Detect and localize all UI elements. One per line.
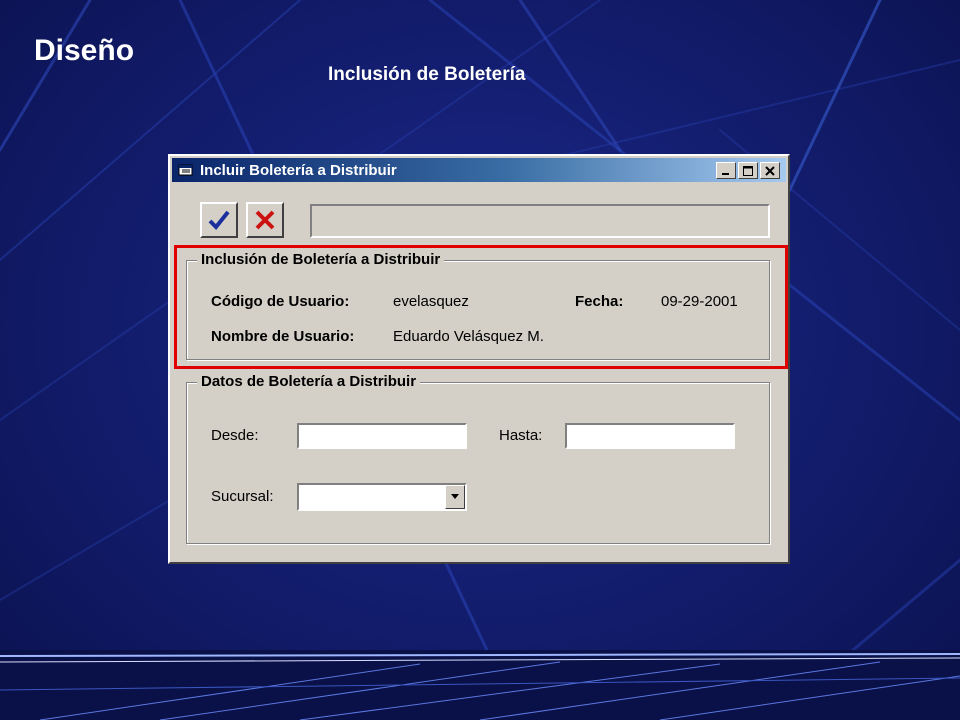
close-icon	[765, 165, 775, 176]
x-mark-icon	[255, 210, 275, 230]
slide-subtitle: Inclusión de Boletería	[328, 64, 526, 85]
chevron-down-icon	[451, 494, 459, 499]
bottom-decorative-band	[0, 650, 960, 720]
highlight-box	[174, 245, 788, 369]
desde-input[interactable]	[297, 423, 467, 449]
app-window-icon	[178, 163, 194, 177]
window-controls	[714, 162, 780, 179]
minimize-icon	[722, 172, 729, 175]
close-button[interactable]	[760, 162, 780, 179]
checkmark-icon	[208, 210, 230, 230]
maximize-button[interactable]	[738, 162, 758, 179]
hasta-label: Hasta:	[499, 427, 543, 444]
minimize-button[interactable]	[716, 162, 736, 179]
window-titlebar[interactable]: Incluir Boletería a Distribuir	[172, 158, 786, 182]
window-title: Incluir Boletería a Distribuir	[200, 161, 397, 179]
desde-label: Desde:	[211, 427, 259, 444]
slide-title: Diseño	[34, 34, 135, 67]
cancel-button[interactable]	[246, 202, 284, 238]
sucursal-dropdown-button[interactable]	[445, 485, 465, 509]
sucursal-select[interactable]	[297, 483, 467, 511]
group-datos: Datos de Boletería a Distribuir Desde: H…	[186, 373, 770, 544]
group-datos-legend: Datos de Boletería a Distribuir	[197, 373, 421, 390]
accept-button[interactable]	[200, 202, 238, 238]
maximize-icon	[743, 165, 753, 176]
status-field	[310, 204, 770, 238]
sucursal-label: Sucursal:	[211, 488, 274, 505]
hasta-input[interactable]	[565, 423, 735, 449]
